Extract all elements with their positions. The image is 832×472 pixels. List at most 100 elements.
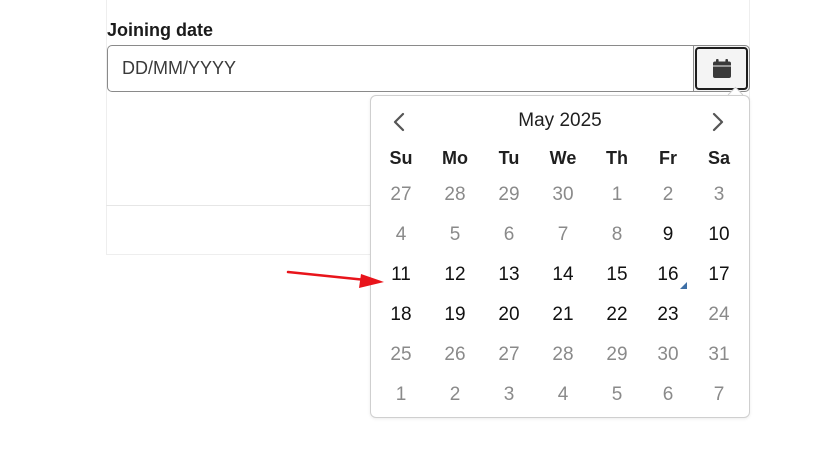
calendar-day-number: 3 <box>713 184 725 205</box>
calendar-day[interactable]: 17 <box>693 255 745 295</box>
calendar-day[interactable]: 12 <box>427 255 483 295</box>
calendar-day-number: 4 <box>395 224 407 245</box>
calendar-day[interactable]: 22 <box>591 295 643 335</box>
calendar-day-today[interactable]: 16 <box>643 255 693 295</box>
calendar-day-number: 25 <box>390 344 412 365</box>
calendar-day-number: 1 <box>395 384 407 405</box>
calendar-day-number: 6 <box>662 384 674 405</box>
calendar-day-number: 11 <box>391 264 411 285</box>
calendar-day[interactable]: 6 <box>483 215 535 255</box>
calendar-day-number: 29 <box>498 184 520 205</box>
calendar-day[interactable]: 1 <box>375 375 427 415</box>
weekday-su: Su <box>389 148 413 168</box>
calendar-weeks: 27 28 29 30 1 2 3 4 5 6 7 8 9 10 11 12 13 14 15 16 17 18 19 20 2… <box>375 175 745 415</box>
calendar-day[interactable]: 3 <box>483 375 535 415</box>
calendar-day[interactable]: 5 <box>427 215 483 255</box>
calendar-day-number: 13 <box>498 264 520 285</box>
calendar-week-row: 1 2 3 4 5 6 7 <box>375 375 745 415</box>
calendar-day-number: 8 <box>611 224 623 245</box>
calendar-day[interactable]: 18 <box>375 295 427 335</box>
calendar-day[interactable]: 4 <box>375 215 427 255</box>
calendar-day-number: 27 <box>390 184 412 205</box>
calendar-day[interactable]: 6 <box>643 375 693 415</box>
calendar-day-number: 3 <box>503 384 515 405</box>
calendar-day[interactable]: 30 <box>535 175 591 215</box>
calendar-day[interactable]: 15 <box>591 255 643 295</box>
chevron-right-icon <box>712 112 724 132</box>
calendar-day[interactable]: 1 <box>591 175 643 215</box>
calendar-day[interactable]: 29 <box>483 175 535 215</box>
calendar-day[interactable]: 7 <box>535 215 591 255</box>
calendar-day[interactable]: 10 <box>693 215 745 255</box>
today-marker-icon <box>680 282 687 289</box>
calendar-day-number: 9 <box>662 224 674 245</box>
calendar-week-row: 11 12 13 14 15 16 17 <box>375 255 745 295</box>
calendar-grid: Su Mo Tu We Th Fr Sa 27 28 29 30 1 2 3 4 5 6 7 8 9 10 11 12 13… <box>375 141 745 415</box>
calendar-day[interactable]: 3 <box>693 175 745 215</box>
calendar-day[interactable]: 2 <box>643 175 693 215</box>
calendar-toggle-button[interactable] <box>693 45 750 92</box>
weekday-th: Th <box>606 148 628 168</box>
screen: Joining date May 2025 Su Mo Tu We Th Fr Sa <box>0 0 832 472</box>
calendar-day[interactable]: 19 <box>427 295 483 335</box>
month-year-title: May 2025 <box>518 110 602 131</box>
calendar-day-number: 2 <box>449 384 461 405</box>
calendar-day-number: 17 <box>708 264 730 285</box>
calendar-day[interactable]: 26 <box>427 335 483 375</box>
calendar-day[interactable]: 28 <box>427 175 483 215</box>
calendar-day-number: 1 <box>611 184 623 205</box>
calendar-day[interactable]: 25 <box>375 335 427 375</box>
weekday-tu: Tu <box>498 148 520 168</box>
calendar-icon <box>712 59 731 78</box>
calendar-day-number: 30 <box>657 344 679 365</box>
calendar-week-row: 25 26 27 28 29 30 31 <box>375 335 745 375</box>
calendar-day[interactable]: 5 <box>591 375 643 415</box>
calendar-day[interactable]: 4 <box>535 375 591 415</box>
calendar-day[interactable]: 29 <box>591 335 643 375</box>
calendar-day-number: 24 <box>708 304 730 325</box>
calendar-day[interactable]: 24 <box>693 295 745 335</box>
next-month-button[interactable] <box>704 104 732 140</box>
calendar-day-number: 5 <box>611 384 623 405</box>
calendar-day-number: 21 <box>552 304 574 325</box>
calendar-day-number: 30 <box>552 184 574 205</box>
calendar-day[interactable]: 30 <box>643 335 693 375</box>
calendar-day-number: 12 <box>444 264 466 285</box>
calendar-day-number: 15 <box>606 264 628 285</box>
calendar-day[interactable]: 27 <box>483 335 535 375</box>
calendar-day-number: 7 <box>557 224 569 245</box>
calendar-day[interactable]: 23 <box>643 295 693 335</box>
calendar-day-number: 20 <box>498 304 520 325</box>
arrow-shaft <box>286 270 368 282</box>
weekday-sa: Sa <box>707 148 731 168</box>
calendar-day-number: 10 <box>708 224 730 245</box>
calendar-day[interactable]: 11 <box>375 255 427 295</box>
calendar-day[interactable]: 14 <box>535 255 591 295</box>
weekday-header-row: Su Mo Tu We Th Fr Sa <box>375 141 745 175</box>
calendar-day-number: 22 <box>606 304 628 325</box>
calendar-day[interactable]: 20 <box>483 295 535 335</box>
calendar-day-number: 18 <box>390 304 412 325</box>
calendar-day[interactable]: 27 <box>375 175 427 215</box>
calendar-day[interactable]: 21 <box>535 295 591 335</box>
calendar-day[interactable]: 13 <box>483 255 535 295</box>
calendar-week-row: 4 5 6 7 8 9 10 <box>375 215 745 255</box>
weekday-fr: Fr <box>659 148 677 168</box>
calendar-day[interactable]: 7 <box>693 375 745 415</box>
joining-date-label: Joining date <box>107 20 214 40</box>
calendar-day-number: 5 <box>449 224 461 245</box>
calendar-button-focus-ring <box>695 47 748 90</box>
calendar-day[interactable]: 8 <box>591 215 643 255</box>
calendar-day[interactable]: 28 <box>535 335 591 375</box>
joining-date-input[interactable] <box>107 45 693 92</box>
calendar-day-number: 16 <box>657 264 679 285</box>
datepicker-popup: May 2025 Su Mo Tu We Th Fr Sa 27 28 29 30 1 2 3 4 5 6 7 8… <box>370 95 750 418</box>
calendar-day-number: 4 <box>557 384 569 405</box>
calendar-day-number: 7 <box>713 384 725 405</box>
calendar-day-number: 31 <box>708 344 730 365</box>
weekday-mo: Mo <box>442 148 468 168</box>
calendar-week-row: 18 19 20 21 22 23 24 <box>375 295 745 335</box>
calendar-day[interactable]: 31 <box>693 335 745 375</box>
calendar-day[interactable]: 9 <box>643 215 693 255</box>
calendar-day[interactable]: 2 <box>427 375 483 415</box>
